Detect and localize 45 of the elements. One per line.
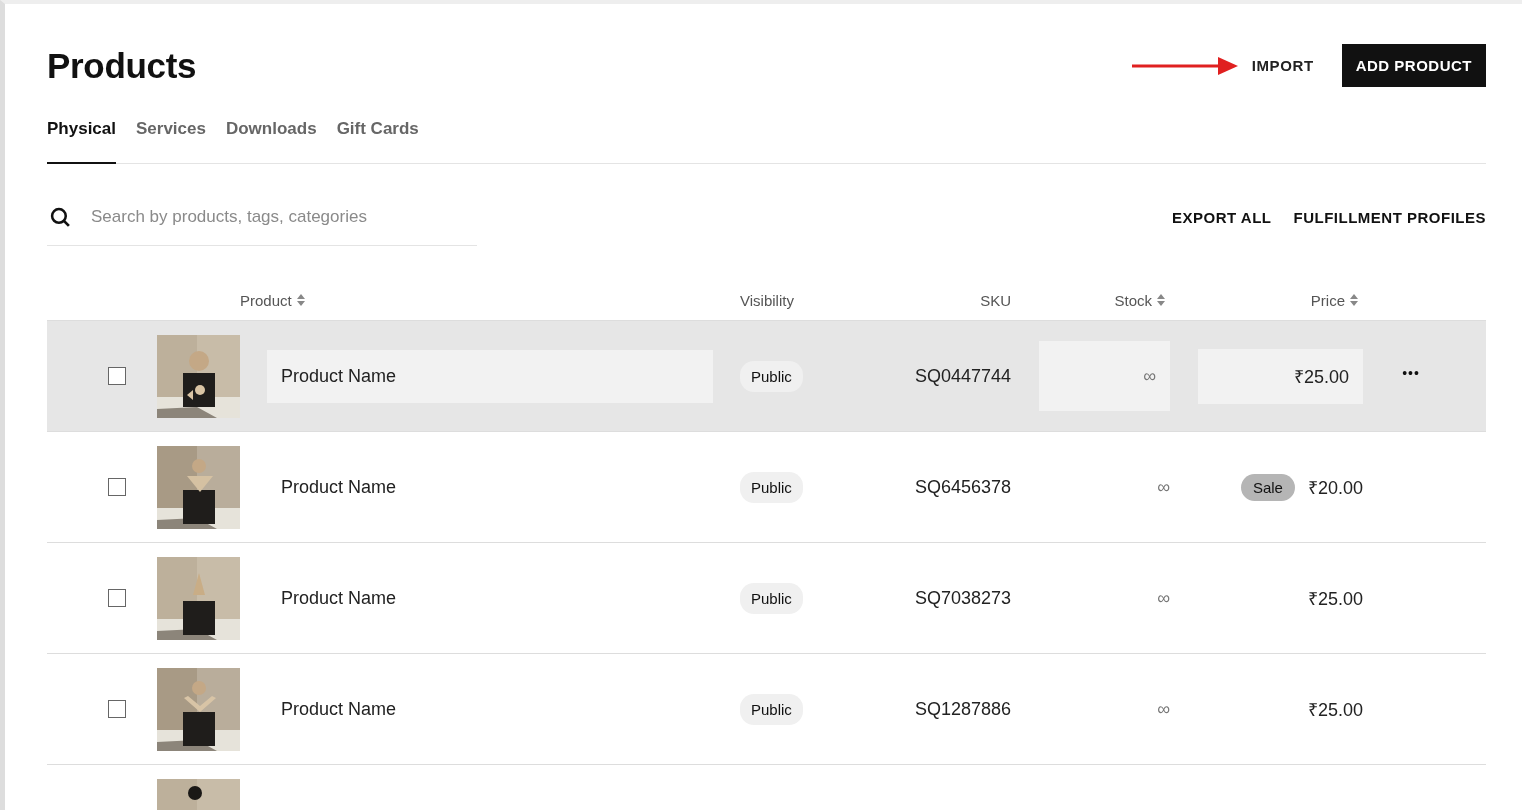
import-button[interactable]: IMPORT <box>1251 57 1314 74</box>
product-name[interactable]: Product Name <box>267 476 397 497</box>
search-field[interactable]: Search by products, tags, categories <box>89 206 477 228</box>
price-text: ₹20.00 <box>1307 477 1363 499</box>
sku-text: SQ1287886 <box>913 698 1011 720</box>
product-name[interactable]: Product Name <box>267 698 397 719</box>
sku-text: SQ0447744 <box>913 365 1011 387</box>
sku-text: SQ7038273 <box>913 587 1011 609</box>
page-title: Products <box>47 45 197 86</box>
search-icon <box>50 206 71 228</box>
row-checkbox[interactable] <box>108 478 126 496</box>
tab[interactable]: Downloads <box>225 109 317 164</box>
column-header[interactable]: Product <box>240 291 292 309</box>
stock-text: ∞ <box>1157 698 1170 720</box>
column-header[interactable]: Price <box>1310 291 1345 309</box>
visibility-badge[interactable]: Public <box>740 693 803 725</box>
stock-text: ∞ <box>1157 587 1170 609</box>
product-name[interactable]: Product Name <box>267 587 397 608</box>
row-checkbox[interactable] <box>108 367 126 385</box>
price-text: ₹25.00 <box>1307 699 1363 721</box>
more-button[interactable]: ••• <box>1402 365 1420 381</box>
tab[interactable]: Gift Cards <box>336 109 419 164</box>
sort-icon <box>1156 293 1166 307</box>
row-checkbox[interactable] <box>108 589 126 607</box>
stock-field[interactable]: ∞ <box>1039 341 1170 411</box>
toolbar-link[interactable]: EXPORT ALL <box>1172 208 1272 226</box>
price-field[interactable]: ₹25.00 <box>1198 348 1363 404</box>
price-text: ₹25.00 <box>1307 588 1363 610</box>
column-header: Visibility <box>740 291 794 309</box>
row-checkbox[interactable] <box>108 700 126 718</box>
column-header: SKU <box>980 291 1011 309</box>
visibility-badge[interactable]: Public <box>740 360 803 392</box>
stock-text: ∞ <box>1157 476 1170 498</box>
toolbar-link[interactable]: FULFILLMENT PROFILES <box>1293 208 1486 226</box>
tab[interactable]: Services <box>136 109 206 164</box>
name-field[interactable]: Product Name <box>267 349 713 403</box>
sku-text: SQ6456378 <box>913 476 1011 498</box>
sort-icon <box>295 293 306 307</box>
column-header[interactable]: Stock <box>1114 291 1152 309</box>
visibility-badge[interactable]: Public <box>740 471 803 503</box>
sort-icon <box>1349 293 1359 307</box>
sale-badge: Sale <box>1240 473 1295 501</box>
visibility-badge[interactable]: Public <box>740 582 803 614</box>
add-product-button[interactable]: ADD PRODUCT <box>1341 44 1486 87</box>
tab[interactable]: Physical <box>47 109 116 164</box>
